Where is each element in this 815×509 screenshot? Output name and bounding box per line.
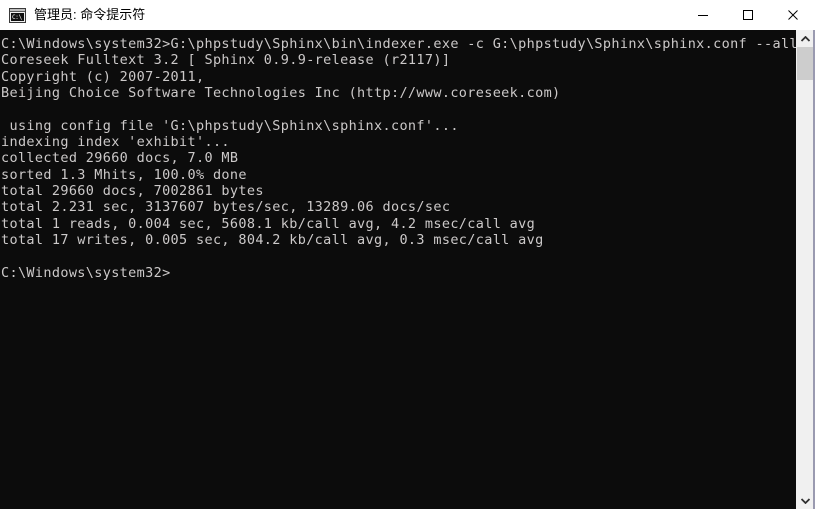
minimize-button[interactable] <box>680 0 725 30</box>
scroll-down-button[interactable] <box>797 492 814 509</box>
minimize-icon <box>697 15 708 16</box>
vertical-scrollbar[interactable] <box>796 30 814 509</box>
maximize-icon <box>742 10 753 20</box>
scrollbar-thumb[interactable] <box>797 47 814 80</box>
close-button[interactable] <box>770 0 815 30</box>
cmd-icon-titlebar <box>10 8 25 12</box>
scrollbar-track[interactable] <box>797 47 814 492</box>
console-output-area[interactable]: C:\Windows\system32>G:\phpstudy\Sphinx\b… <box>0 30 796 509</box>
window-title: 管理员: 命令提示符 <box>34 7 146 22</box>
chevron-down-icon <box>801 497 810 504</box>
cmd-icon-prompt: C:\ <box>11 12 24 21</box>
chevron-up-icon <box>801 35 810 42</box>
console-text: C:\Windows\system32>G:\phpstudy\Sphinx\b… <box>1 36 796 281</box>
title-bar[interactable]: C:\ 管理员: 命令提示符 <box>0 0 815 30</box>
cmd-icon: C:\ <box>9 7 26 23</box>
maximize-button[interactable] <box>725 0 770 30</box>
close-icon <box>787 10 798 20</box>
command-prompt-window: C:\ 管理员: 命令提示符 C:\Windows\system32>G:\ph… <box>0 0 815 509</box>
scroll-up-button[interactable] <box>797 30 814 47</box>
window-controls <box>680 0 815 30</box>
